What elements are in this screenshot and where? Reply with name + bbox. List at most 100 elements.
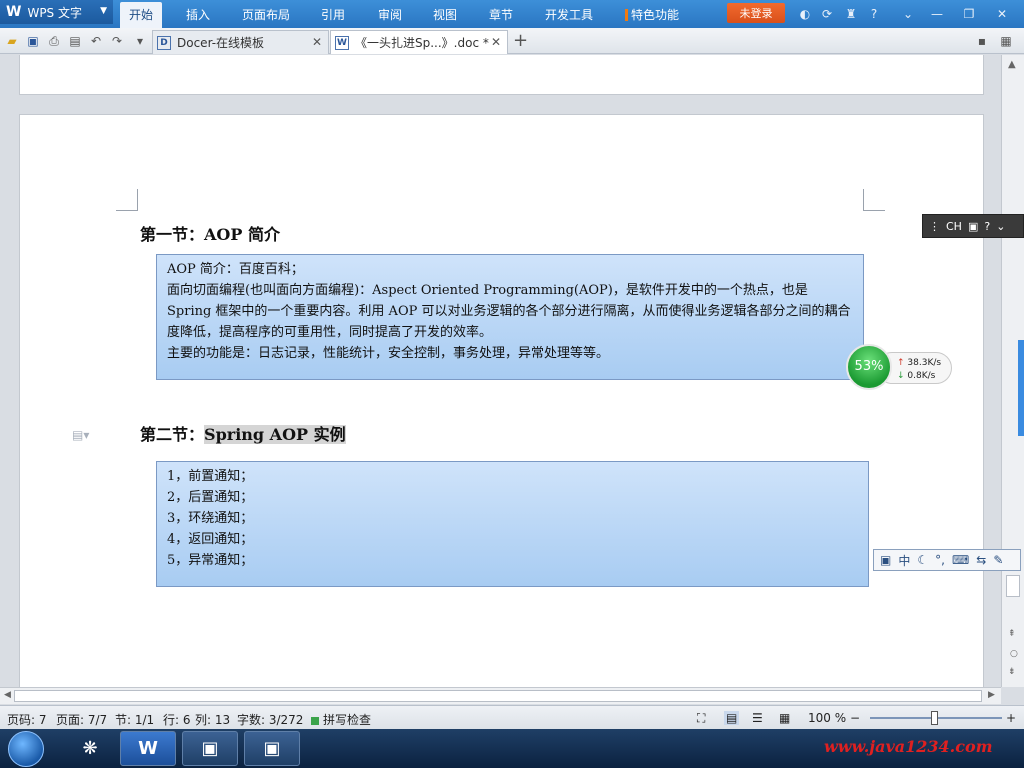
list-item: 4，返回通知； <box>167 532 254 547</box>
docer-icon: D <box>157 35 171 50</box>
menu-view[interactable]: 视图 <box>433 6 457 23</box>
arrow-down-icon: ↓ <box>897 371 905 381</box>
undo-icon[interactable]: ↶ <box>88 33 104 49</box>
tab-document[interactable]: W 《一头扎进Sp...》.doc * ✕ <box>330 30 508 54</box>
spell-check-button[interactable]: 拼写检查 <box>311 711 371 728</box>
menu-chapter[interactable]: 章节 <box>489 6 513 23</box>
intro-textbox[interactable]: AOP 简介：百度百科； 面向切面编程(也叫面向方面编程)：Aspect Ori… <box>156 254 864 380</box>
box1-line: 主要的功能是：日志记录，性能统计，安全控制，事务处理，异常处理等等。 <box>167 346 610 361</box>
minimize-icon[interactable]: — <box>929 6 945 22</box>
close-icon[interactable]: ✕ <box>994 6 1010 22</box>
chevron-down-icon[interactable]: ⌄ <box>996 220 1005 233</box>
section2-heading: 第二节：Spring AOP 实例 <box>140 421 346 445</box>
shirt-icon[interactable]: ♜ <box>843 6 859 22</box>
zoom-out-icon[interactable]: − <box>850 711 860 725</box>
arrow-up-icon: ↑ <box>897 358 905 368</box>
zoom-level[interactable]: 100 % <box>808 711 846 725</box>
web-view-icon[interactable]: ▦ <box>779 711 790 725</box>
status-page: 页面: 7/7 <box>56 713 108 727</box>
sidebar-toggle-icon[interactable]: ▦ <box>998 33 1014 49</box>
section2-selected-text: Spring AOP 实例 <box>204 425 346 444</box>
login-button[interactable]: 未登录 <box>727 3 785 23</box>
page-view-icon[interactable]: ▤ <box>724 711 740 725</box>
outline-view-icon[interactable]: ☰ <box>752 711 763 725</box>
download-speed-value: 0.8K/s <box>907 371 936 381</box>
zoom-in-icon[interactable]: + <box>1006 711 1016 725</box>
menu-special-features[interactable]: 特色功能 <box>625 6 679 23</box>
start-button[interactable] <box>8 731 44 767</box>
side-panel-tab[interactable] <box>1018 340 1024 436</box>
menu-references[interactable]: 引用 <box>321 6 345 23</box>
margin-corner-top-right <box>863 189 885 211</box>
list-item: 1，前置通知； <box>167 469 254 484</box>
wrench-icon[interactable]: ✎ <box>993 553 1003 567</box>
scroll-left-icon[interactable]: ◀ <box>4 690 11 700</box>
menu-review[interactable]: 审阅 <box>378 6 402 23</box>
chevron-down-icon[interactable]: ⌄ <box>900 6 916 22</box>
open-folder-icon[interactable]: ▰ <box>4 33 20 49</box>
paragraph-handle-icon[interactable]: ▤▾ <box>72 428 89 442</box>
close-icon[interactable]: ✕ <box>312 35 322 49</box>
advice-list-textbox[interactable]: 1，前置通知； 2，后置通知； 3，环绕通知； 4，返回通知； 5，异常通知； <box>156 461 869 587</box>
network-monitor[interactable]: ↑ 38.3K/s ↓ 0.8K/s 53% <box>846 344 952 390</box>
menu-home[interactable]: 开始 <box>120 2 163 28</box>
keyboard-icon[interactable]: ⌨ <box>952 553 969 567</box>
tab-docer-label: Docer-在线模板 <box>177 36 265 50</box>
vertical-scroll-thumb[interactable] <box>1006 575 1020 597</box>
download-speed: ↓ 0.8K/s <box>897 370 951 383</box>
ime-language[interactable]: CH <box>946 220 962 233</box>
spell-check-icon <box>311 716 319 725</box>
record-taskbar-icon[interactable]: ▣ <box>244 731 300 766</box>
ime-logo-icon[interactable]: ▣ <box>880 553 891 567</box>
status-word-count[interactable]: 字数: 3/272 <box>237 711 303 728</box>
memory-usage-badge[interactable]: 53% <box>846 344 892 390</box>
menu-developer[interactable]: 开发工具 <box>545 6 593 23</box>
status-bar: 页码: 7 页面: 7/7 节: 1/1 行: 6 列: 13 字数: 3/27… <box>0 705 1024 729</box>
window-icon[interactable]: ▪ <box>974 33 990 49</box>
redo-icon[interactable]: ↷ <box>109 33 125 49</box>
horizontal-scrollbar[interactable]: ◀ ▶ <box>0 687 1001 704</box>
tab-docer[interactable]: D Docer-在线模板 ✕ <box>152 30 329 54</box>
ime-toolbar[interactable]: ⋮ CH ▣ ? ⌄ <box>922 214 1024 238</box>
chevron-down-icon: ▼ <box>100 6 107 16</box>
punctuation-icon[interactable]: °, <box>935 553 945 567</box>
document-page[interactable]: 第一节：AOP 简介 AOP 简介：百度百科； 面向切面编程(也叫面向方面编程)… <box>19 114 984 687</box>
add-tab-icon[interactable]: + <box>513 30 528 51</box>
close-icon[interactable]: ✕ <box>491 35 501 49</box>
scroll-right-icon[interactable]: ▶ <box>988 690 995 700</box>
prev-page-icon[interactable]: ⇞ <box>1008 629 1016 639</box>
browse-object-icon[interactable]: ○ <box>1010 649 1018 659</box>
scroll-up-icon[interactable]: ▲ <box>1008 59 1016 70</box>
status-column: 列: 13 <box>195 713 231 727</box>
ime-search-icon[interactable]: ▣ <box>968 220 978 233</box>
menu-insert[interactable]: 插入 <box>186 6 210 23</box>
app-name: WPS 文字 <box>27 5 82 20</box>
horizontal-scroll-thumb[interactable] <box>14 690 982 702</box>
word-doc-icon: W <box>335 35 349 50</box>
menu-layout[interactable]: 页面布局 <box>242 6 290 23</box>
split-icon[interactable]: ⇆ <box>976 553 986 567</box>
app-menu-button[interactable]: W WPS 文字 ▼ <box>0 0 113 24</box>
list-item: 3，环绕通知； <box>167 511 254 526</box>
help-icon[interactable]: ? <box>866 6 882 22</box>
refresh-icon[interactable]: ⟳ <box>819 6 835 22</box>
help-icon[interactable]: ? <box>984 220 990 233</box>
moon-icon[interactable]: ☾ <box>917 553 928 567</box>
customize-toolbar-icon[interactable]: ▾ <box>132 33 148 49</box>
restore-icon[interactable]: ❐ <box>961 6 977 22</box>
site-watermark: www.java1234.com <box>824 737 993 756</box>
fullscreen-icon[interactable]: ⛶ <box>697 711 705 726</box>
wps-taskbar-icon[interactable]: W <box>120 731 176 766</box>
print-icon[interactable]: ⎙ <box>46 33 62 49</box>
skin-icon[interactable]: ◐ <box>797 6 813 22</box>
upload-speed: ↑ 38.3K/s <box>897 357 951 370</box>
app-taskbar-icon[interactable]: ▣ <box>182 731 238 766</box>
zoom-slider-thumb[interactable] <box>931 711 938 725</box>
ime-mode[interactable]: 中 <box>898 552 910 569</box>
ime-status-bar[interactable]: ▣ 中 ☾ °, ⌨ ⇆ ✎ <box>873 549 1021 571</box>
next-page-icon[interactable]: ⇟ <box>1008 667 1016 677</box>
margin-corner-top-left <box>116 189 138 211</box>
media-player-icon[interactable]: ❋ <box>62 731 118 766</box>
print-preview-icon[interactable]: ▤ <box>67 33 83 49</box>
save-icon[interactable]: ▣ <box>25 33 41 49</box>
